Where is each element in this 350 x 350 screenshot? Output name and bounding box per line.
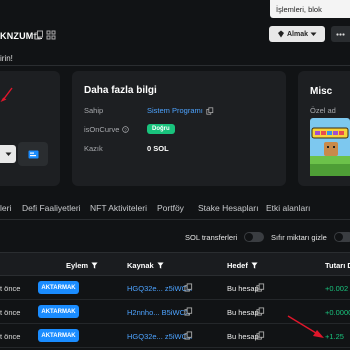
copy-icon[interactable] <box>256 307 265 316</box>
tab-stake[interactable]: Stake Hesapları <box>198 203 258 213</box>
info-banner: irin! <box>0 52 350 66</box>
filter-icon[interactable] <box>91 262 98 269</box>
owner-label: Sahip <box>84 106 104 115</box>
target-value: Bu hesap <box>227 284 259 293</box>
copy-icon[interactable] <box>256 283 265 292</box>
wallet-icon <box>28 150 38 158</box>
amount-header[interactable]: Tutarı D <box>325 261 350 270</box>
row-time: t önce <box>0 332 21 341</box>
more-dots-icon <box>336 32 345 36</box>
target-header[interactable]: Hedef <box>227 261 258 270</box>
action-badge: AKTARMAK <box>38 329 79 342</box>
sol-transfers-label: SOL transferleri <box>185 233 238 242</box>
rent-value: 0 SOL <box>147 144 169 153</box>
zero-amount-toggle[interactable] <box>334 232 350 242</box>
tab-defi[interactable]: Defi Faaliyetleri <box>22 203 81 213</box>
source-link[interactable]: HGQ32e... z5iWCX <box>127 284 192 293</box>
amount-value: +1.25 <box>325 332 344 341</box>
tooltip: İşlemleri, blok <box>270 0 350 18</box>
amount-value: +0.0000 <box>325 308 350 317</box>
copy-icon[interactable] <box>34 30 44 40</box>
filter-icon[interactable] <box>251 262 258 269</box>
copy-icon[interactable] <box>206 106 214 115</box>
tab-transactions[interactable]: leri <box>0 203 11 213</box>
curve-label-row: isOnCurve ? <box>84 125 130 134</box>
owner-link[interactable]: Sistem Programı <box>147 106 203 115</box>
misc-title: Misc <box>310 86 333 97</box>
more-options-button[interactable] <box>331 26 350 42</box>
source-link[interactable]: H2nnho... B5iWCX <box>127 308 190 317</box>
target-value: Bu hesap <box>227 332 259 341</box>
filter-icon[interactable] <box>157 262 164 269</box>
row-time: t önce <box>0 308 21 317</box>
annotation-arrow <box>0 87 13 102</box>
banner-text: irin! <box>0 54 13 63</box>
filter-bar: SOL transferleri Sıfır miktarı gizle <box>0 228 350 248</box>
chevron-down-icon <box>5 152 11 156</box>
table-header: Eylem Kaynak Hedef Tutarı D <box>0 252 350 276</box>
action-header[interactable]: Eylem <box>66 261 98 270</box>
tab-portfolio[interactable]: Portföy <box>157 203 184 213</box>
dropdown-button[interactable] <box>0 145 16 163</box>
sol-transfers-toggle[interactable] <box>244 232 264 242</box>
copy-icon[interactable] <box>256 331 265 340</box>
tab-domains[interactable]: Etki alanları <box>266 203 310 213</box>
tab-nft[interactable]: NFT Aktiviteleri <box>90 203 147 213</box>
curve-badge: Doğru <box>147 124 175 134</box>
copy-icon[interactable] <box>184 331 193 340</box>
account-tabs: leri Defi Faaliyetleri NFT Aktiviteleri … <box>0 198 350 220</box>
buy-button-label: Almak <box>286 30 308 38</box>
chevron-down-icon <box>310 32 317 36</box>
diamond-icon <box>277 30 284 38</box>
curve-label: isOnCurve <box>84 125 120 134</box>
action-badge: AKTARMAK <box>38 281 79 294</box>
more-info-title: Daha fazla bilgi <box>84 85 157 96</box>
help-icon[interactable]: ? <box>122 126 130 133</box>
annotation-arrow <box>287 315 324 338</box>
svg-text:?: ? <box>125 127 128 132</box>
nft-image[interactable] <box>310 118 350 176</box>
rent-label: Kazık <box>84 144 103 153</box>
action-badge: AKTARMAK <box>38 305 79 318</box>
target-header-label: Hedef <box>227 261 248 270</box>
source-header[interactable]: Kaynak <box>127 261 164 270</box>
table-row[interactable]: t önce AKTARMAK HGQ32e... z5iWCX Bu hesa… <box>0 276 350 300</box>
copy-icon[interactable] <box>184 307 193 316</box>
qr-code-icon[interactable] <box>46 30 56 40</box>
amount-value: +0.002 <box>325 284 349 293</box>
source-header-label: Kaynak <box>127 261 154 270</box>
owner-value: Sistem Programı <box>147 106 214 115</box>
wallet-button[interactable] <box>18 142 48 166</box>
misc-subtitle: Özel ad <box>310 106 336 115</box>
buy-button[interactable]: Almak <box>269 26 325 42</box>
source-link[interactable]: HGQ32e... z5iWCX <box>127 332 192 341</box>
row-time: t önce <box>0 284 21 293</box>
zero-amount-label: Sıfır miktarı gizle <box>271 233 327 242</box>
copy-icon[interactable] <box>184 283 193 292</box>
action-header-label: Eylem <box>66 261 89 270</box>
target-value: Bu hesap <box>227 308 259 317</box>
